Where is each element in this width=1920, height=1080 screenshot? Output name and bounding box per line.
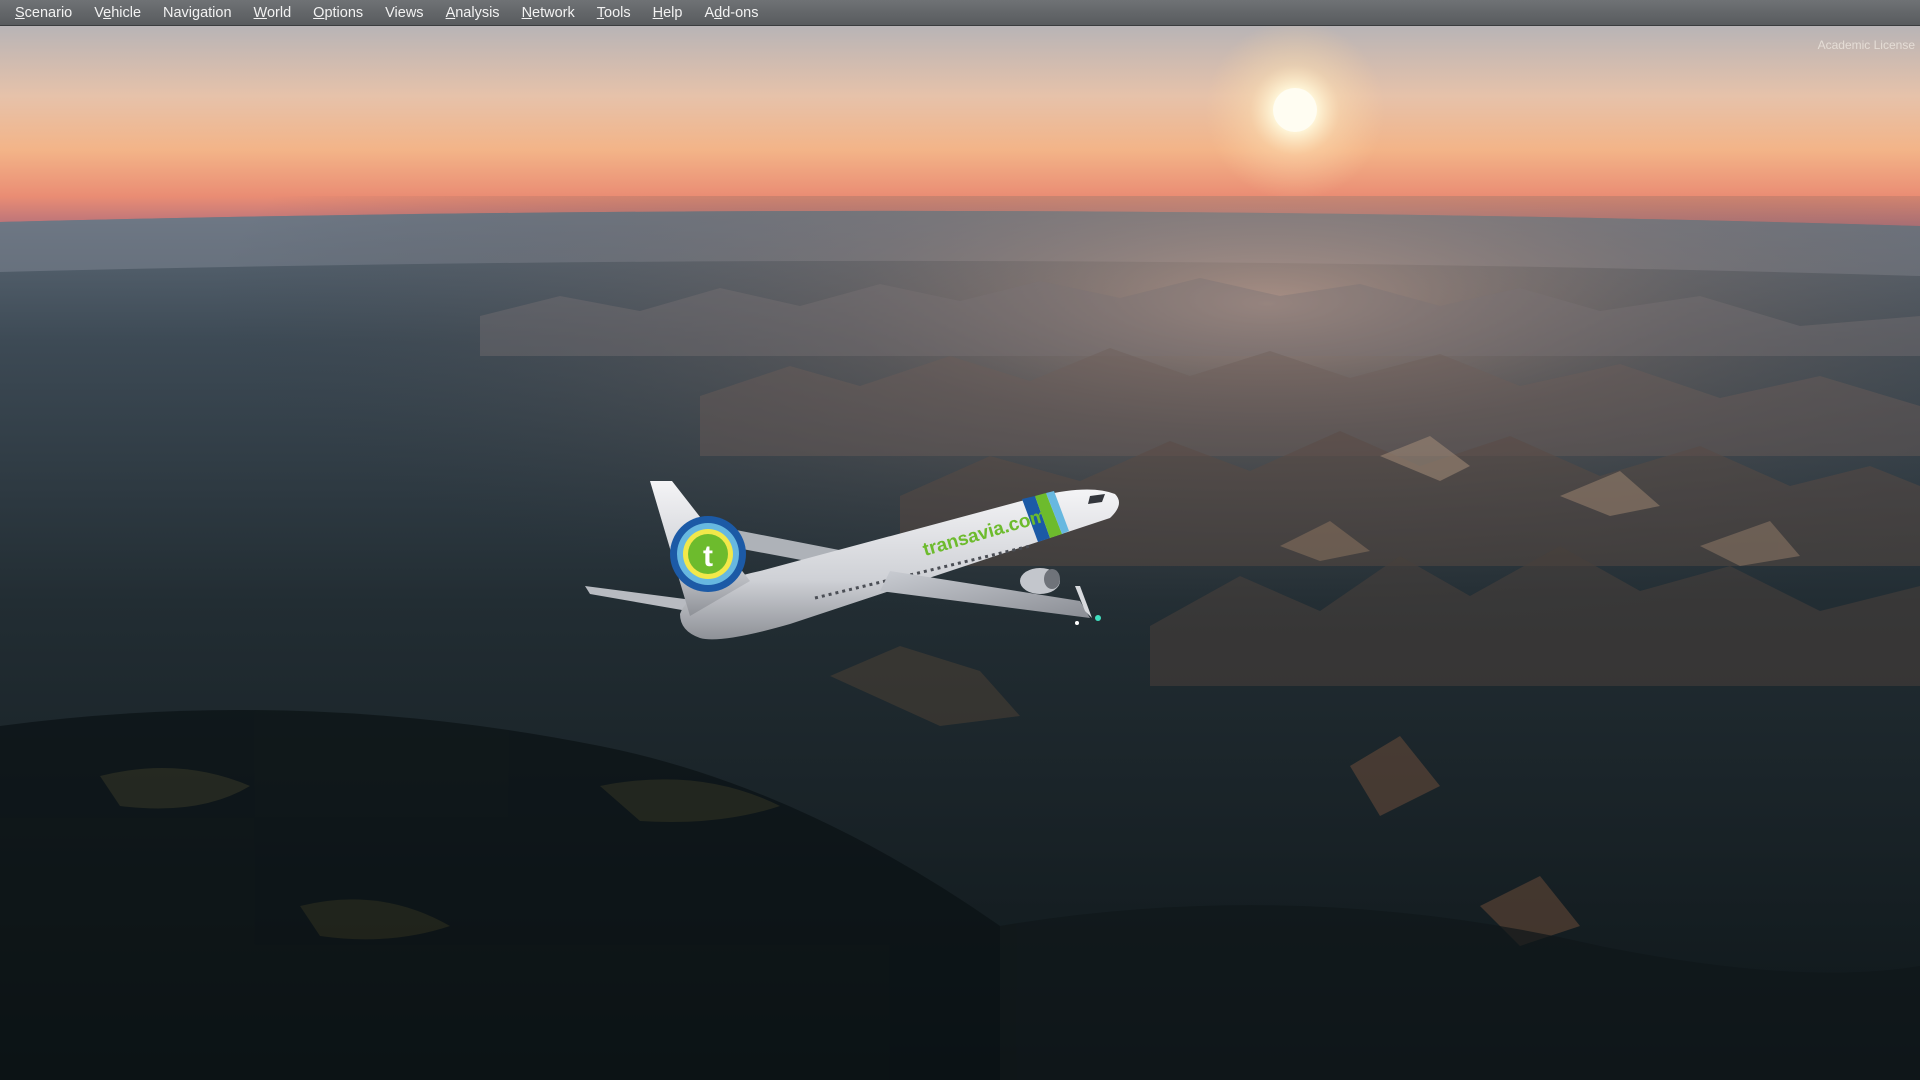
license-label: Academic License xyxy=(1817,38,1915,52)
menu-scenario[interactable]: Scenario xyxy=(4,0,83,26)
menu-options[interactable]: Options xyxy=(302,0,374,26)
menu-navigation[interactable]: Navigation xyxy=(152,0,243,26)
menu-vehicle[interactable]: Vehicle xyxy=(83,0,152,26)
simulator-window: Scenario Vehicle Navigation World Option… xyxy=(0,0,1920,1080)
scene-render: transavia.com t xyxy=(0,26,1920,1080)
menu-add-ons[interactable]: Add-ons xyxy=(693,0,769,26)
menu-bar: Scenario Vehicle Navigation World Option… xyxy=(0,0,1920,26)
sun xyxy=(1273,88,1317,132)
3d-viewport[interactable]: Academic License transavia.com t xyxy=(0,26,1920,1080)
tail-letter: t xyxy=(703,540,713,573)
engine-intake xyxy=(1044,569,1060,589)
menu-tools[interactable]: Tools xyxy=(586,0,642,26)
menu-views[interactable]: Views xyxy=(374,0,434,26)
strobe-light xyxy=(1075,621,1079,625)
menu-world[interactable]: World xyxy=(243,0,303,26)
menu-network[interactable]: Network xyxy=(511,0,586,26)
menu-analysis[interactable]: Analysis xyxy=(435,0,511,26)
menu-help[interactable]: Help xyxy=(642,0,694,26)
nav-light-green xyxy=(1095,615,1101,621)
